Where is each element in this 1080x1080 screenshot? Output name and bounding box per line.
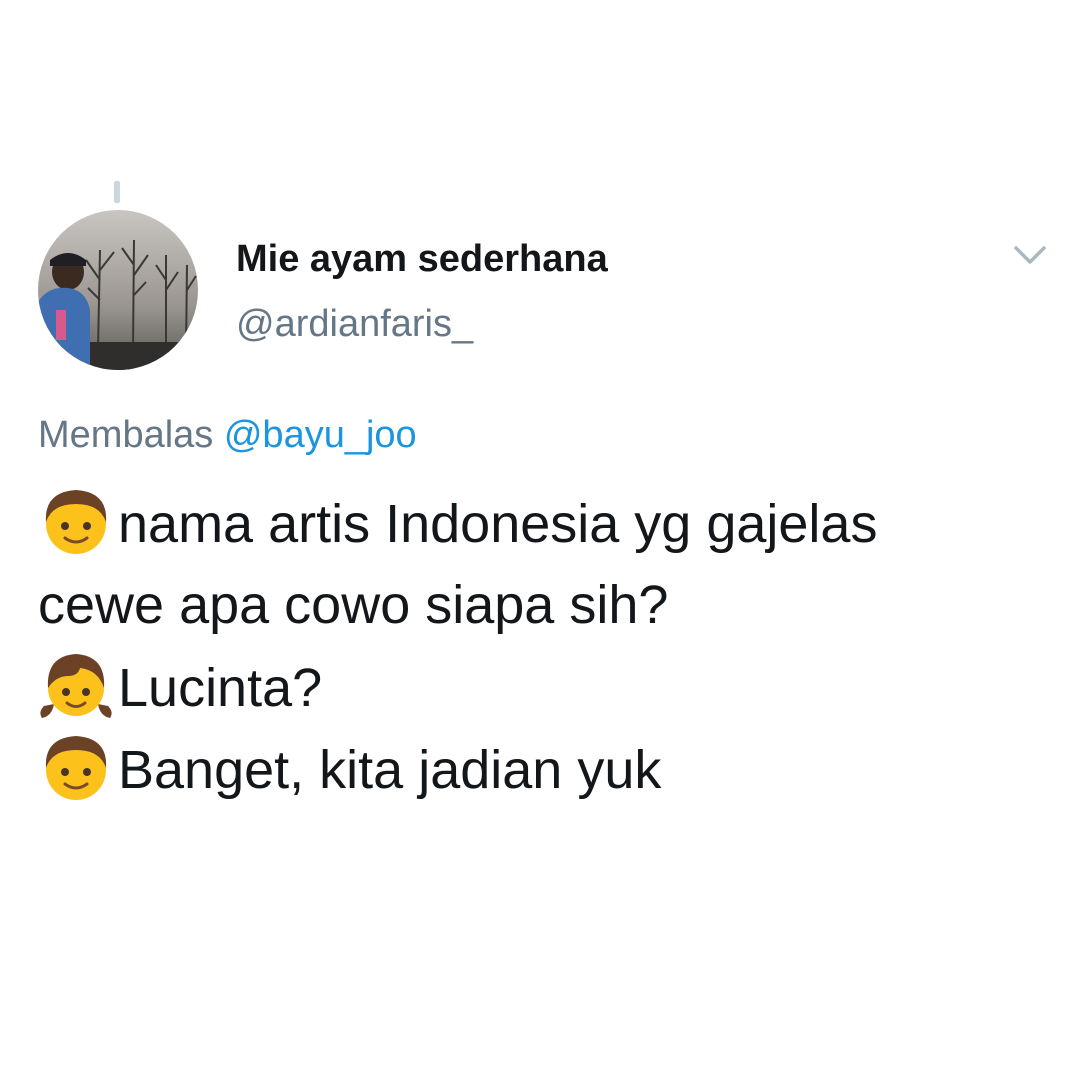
tweet-line-text: cewe apa cowo siapa sih?: [38, 575, 669, 635]
tweet-text: nama artis Indonesia yg gajelas cewe apa…: [38, 482, 1058, 810]
tweet-line-text: Banget, kita jadian yuk: [118, 740, 662, 800]
author-handle[interactable]: @ardianfaris_: [236, 303, 473, 346]
boy-emoji-icon: [38, 482, 114, 558]
replying-to: Membalas @bayu_joo: [38, 414, 417, 457]
tweet-line: Lucinta?: [38, 646, 1058, 728]
tweet-line: cewe apa cowo siapa sih?: [38, 564, 1058, 646]
thread-connector-line: [114, 181, 120, 203]
author-display-name[interactable]: Mie ayam sederhana: [236, 238, 608, 281]
tweet-line-text: Lucinta?: [118, 658, 323, 718]
boy-emoji-icon: [38, 728, 114, 804]
tweet-line: Banget, kita jadian yuk: [38, 728, 1058, 810]
reply-mention-link[interactable]: @bayu_joo: [224, 414, 417, 456]
chevron-down-icon[interactable]: [1010, 240, 1050, 270]
tweet-line: nama artis Indonesia yg gajelas: [38, 482, 1058, 564]
tweet-line-text: nama artis Indonesia yg gajelas: [118, 494, 878, 554]
avatar[interactable]: [38, 210, 198, 370]
replying-to-label: Membalas: [38, 414, 214, 456]
girl-emoji-icon: [38, 646, 114, 722]
